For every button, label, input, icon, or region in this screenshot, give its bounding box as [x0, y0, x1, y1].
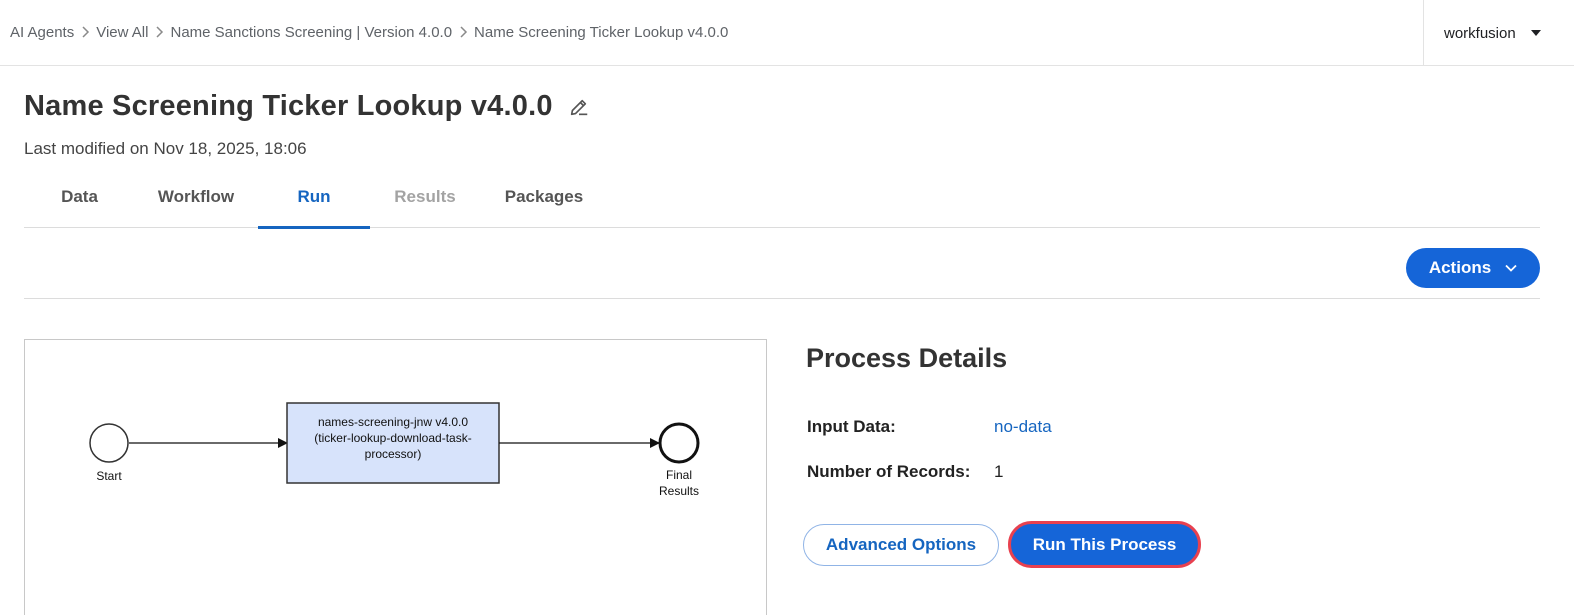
actions-button[interactable]: Actions [1406, 248, 1540, 288]
chevron-right-icon [75, 22, 95, 42]
start-label: Start [96, 469, 122, 483]
top-bar: AI Agents View All Name Sanctions Screen… [0, 0, 1574, 66]
task-label-line-2: (ticker-lookup-download-task- [314, 431, 471, 445]
end-event [658, 422, 700, 464]
tab-data[interactable]: Data [24, 166, 135, 228]
start-event [89, 423, 129, 463]
breadcrumb-project[interactable]: Name Sanctions Screening | Version 4.0.0 [170, 24, 452, 41]
account-menu[interactable]: workfusion [1423, 0, 1574, 66]
actions-bar: Actions [24, 228, 1540, 299]
account-name: workfusion [1444, 24, 1516, 42]
tab-bar: Data Workflow Run Results Packages [24, 166, 1540, 229]
advanced-options-button[interactable]: Advanced Options [803, 524, 999, 566]
task-label-line-1: names-screening-jnw v4.0.0 [318, 415, 468, 429]
records-value: 1 [994, 462, 1004, 481]
actions-label: Actions [1428, 258, 1492, 277]
tab-results: Results [394, 187, 456, 206]
task-label-line-3: processor) [365, 447, 422, 461]
breadcrumb-view-all[interactable]: View All [96, 24, 148, 41]
pencil-icon[interactable] [567, 95, 591, 119]
workflow-diagram: Start names-screening-jnw v4.0.0 (ticker… [24, 339, 767, 615]
tab-packages[interactable]: Packages [490, 166, 598, 228]
chevron-right-icon [453, 22, 473, 42]
chevron-down-icon [1505, 264, 1517, 272]
tab-run[interactable]: Run [258, 166, 370, 229]
page-title: Name Screening Ticker Lookup v4.0.0 [24, 90, 553, 122]
page-header: Name Screening Ticker Lookup v4.0.0 [24, 90, 591, 123]
records-label: Number of Records: [807, 462, 971, 481]
end-label-line-2: Results [659, 484, 699, 498]
chevron-right-icon [149, 22, 169, 42]
breadcrumb: AI Agents View All Name Sanctions Screen… [10, 22, 728, 42]
last-modified: Last modified on Nov 18, 2025, 18:06 [24, 139, 307, 158]
run-process-button[interactable]: Run This Process [1008, 521, 1201, 568]
process-details-title: Process Details [806, 343, 1008, 373]
caret-down-icon [1530, 29, 1542, 37]
breadcrumb-ai-agents[interactable]: AI Agents [10, 24, 74, 41]
breadcrumb-current: Name Screening Ticker Lookup v4.0.0 [474, 23, 729, 41]
input-data-link[interactable]: no-data [994, 417, 1052, 437]
tab-workflow[interactable]: Workflow [142, 166, 250, 228]
input-data-label: Input Data: [807, 417, 896, 436]
end-label-line-1: Final [666, 468, 692, 482]
